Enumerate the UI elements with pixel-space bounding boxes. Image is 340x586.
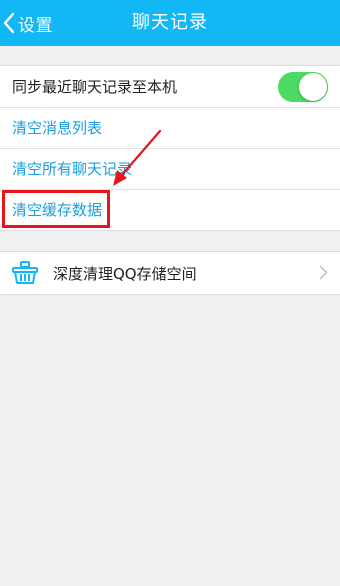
deep-clean-storage-row[interactable]: 深度清理QQ存储空间 [0, 252, 340, 294]
navigation-bar: 设置 聊天记录 [0, 0, 340, 46]
page-title: 聊天记录 [132, 12, 208, 33]
deep-clean-label: 深度清理QQ存储空间 [53, 264, 197, 283]
chat-history-settings-page: 设置 聊天记录 同步最近聊天记录至本机 清空消息列表 清空所有聊天记录 清空缓存… [0, 0, 340, 586]
clear-cache-row[interactable]: 清空缓存数据 [0, 189, 340, 230]
clear-message-list-label: 清空消息列表 [12, 119, 103, 137]
sync-toggle[interactable] [278, 72, 328, 102]
clear-all-chats-label: 清空所有聊天记录 [12, 160, 133, 178]
chevron-right-icon [319, 265, 328, 280]
clear-message-list-row[interactable]: 清空消息列表 [0, 107, 340, 148]
chat-history-group: 同步最近聊天记录至本机 清空消息列表 清空所有聊天记录 清空缓存数据 [0, 65, 340, 231]
broom-basket-icon [12, 261, 38, 284]
clear-all-chats-row[interactable]: 清空所有聊天记录 [0, 148, 340, 189]
clear-cache-label: 清空缓存数据 [12, 201, 103, 219]
storage-group: 深度清理QQ存储空间 [0, 251, 340, 295]
sync-label: 同步最近聊天记录至本机 [12, 78, 178, 96]
sync-recent-chats-row: 同步最近聊天记录至本机 [0, 66, 340, 107]
toggle-knob [299, 73, 327, 101]
